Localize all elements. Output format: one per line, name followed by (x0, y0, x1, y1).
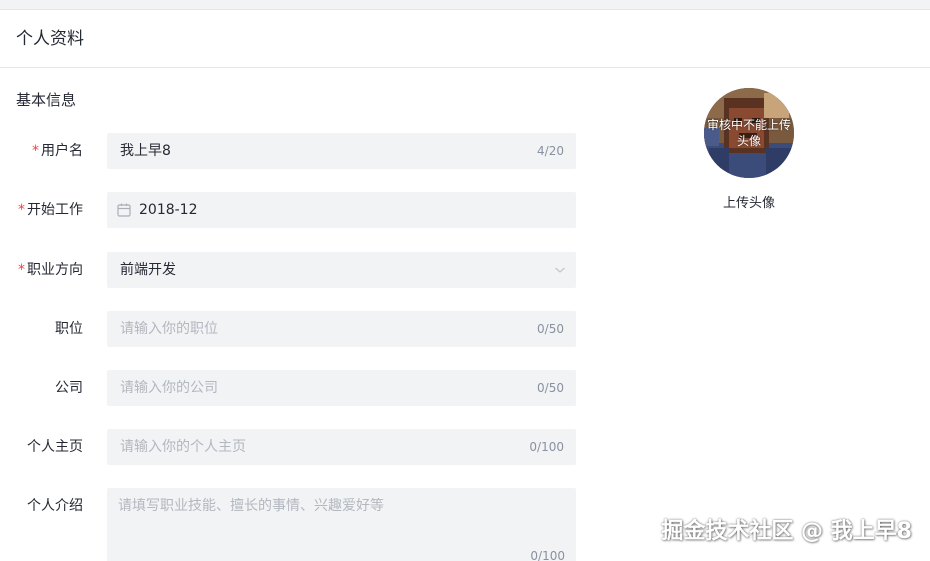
top-strip (0, 0, 930, 10)
form-row-intro: 个人介绍 请填写职业技能、擅长的事情、兴趣爱好等 0/100 (0, 488, 580, 561)
page-title: 个人资料 (16, 29, 84, 49)
homepage-placeholder: 请输入你的个人主页 (120, 439, 246, 455)
company-label: 公司 (55, 380, 83, 396)
chevron-down-icon (555, 267, 565, 273)
username-counter: 4/20 (537, 144, 564, 158)
position-label: 职位 (55, 321, 83, 337)
form-row-position: 职位 请输入你的职位 0/50 (0, 311, 580, 347)
start-work-label-text: 开始工作 (27, 202, 83, 218)
username-value: 我上早8 (120, 143, 171, 159)
intro-textarea[interactable]: 请填写职业技能、擅长的事情、兴趣爱好等 0/100 (107, 488, 576, 561)
section-title: 基本信息 (16, 91, 77, 109)
required-mark: * (18, 202, 25, 218)
username-input[interactable]: 我上早8 4/20 (107, 133, 576, 169)
form-row-company: 公司 请输入你的公司 0/50 (0, 370, 580, 406)
homepage-label: 个人主页 (27, 439, 83, 455)
company-counter: 0/50 (537, 381, 564, 395)
form-row-username: * 用户名 我上早8 4/20 (0, 133, 580, 169)
required-mark: * (32, 143, 39, 159)
start-work-label: * 开始工作 (18, 192, 83, 228)
upload-avatar-label: 上传头像 (722, 196, 775, 211)
form-row-homepage: 个人主页 请输入你的个人主页 0/100 (0, 429, 580, 465)
required-mark: * (18, 262, 25, 278)
title-divider (0, 67, 930, 68)
career-label: * 职业方向 (18, 252, 83, 288)
start-work-value: 2018-12 (139, 202, 198, 218)
homepage-counter: 0/100 (529, 440, 564, 454)
career-value: 前端开发 (120, 262, 176, 278)
company-placeholder: 请输入你的公司 (120, 380, 218, 396)
position-placeholder: 请输入你的职位 (120, 321, 218, 337)
career-select[interactable]: 前端开发 (107, 252, 576, 288)
intro-label: 个人介绍 (27, 498, 83, 514)
intro-placeholder: 请填写职业技能、擅长的事情、兴趣爱好等 (118, 498, 384, 514)
position-input[interactable]: 请输入你的职位 0/50 (107, 311, 576, 347)
company-input[interactable]: 请输入你的公司 0/50 (107, 370, 576, 406)
form-row-start-work: * 开始工作 2018-12 (0, 192, 580, 228)
avatar-overlay-text: 审核中不能上传头像 (706, 118, 791, 148)
career-label-text: 职业方向 (27, 262, 83, 278)
position-counter: 0/50 (537, 322, 564, 336)
homepage-input[interactable]: 请输入你的个人主页 0/100 (107, 429, 576, 465)
username-label: * 用户名 (32, 133, 83, 169)
start-work-picker[interactable]: 2018-12 (107, 192, 576, 228)
form-row-career: * 职业方向 前端开发 (0, 252, 580, 288)
calendar-icon (117, 203, 131, 217)
intro-counter: 0/100 (530, 549, 565, 561)
avatar-upload[interactable]: 审核中不能上传头像 (704, 88, 794, 178)
username-label-text: 用户名 (41, 143, 83, 159)
watermark: 掘金技术社区 @ 我上早8 (661, 519, 912, 544)
